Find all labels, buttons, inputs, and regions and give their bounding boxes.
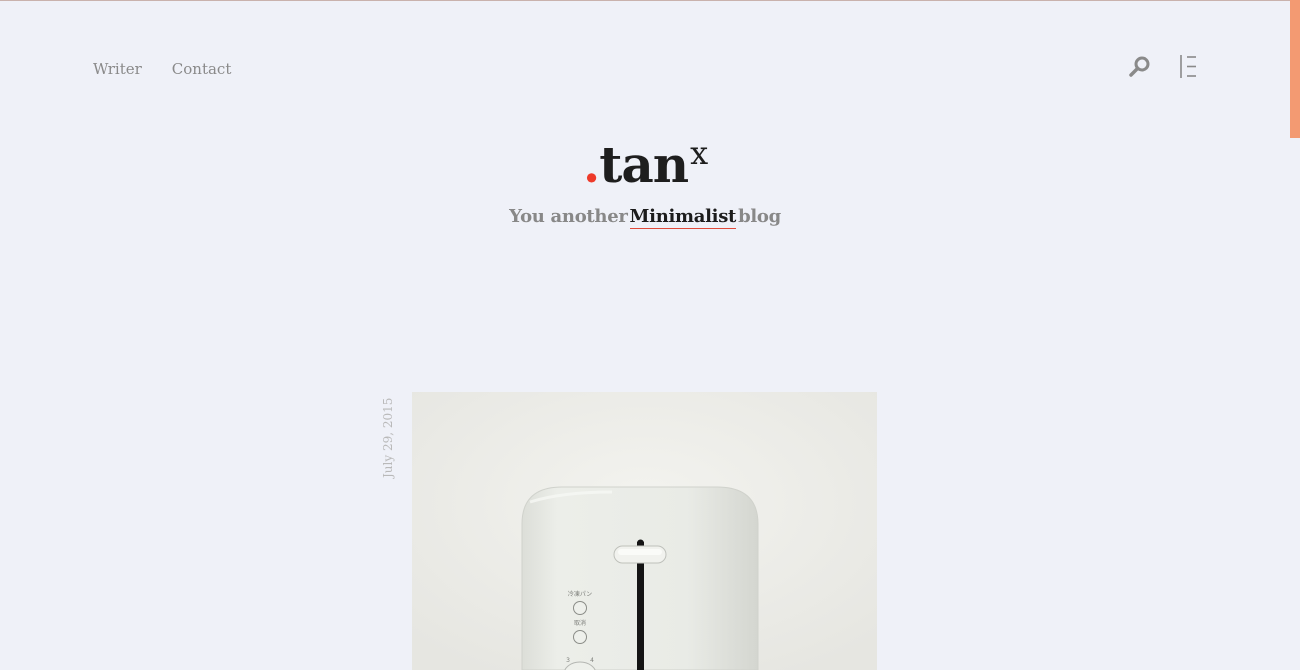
menu-icon — [1180, 55, 1196, 78]
search-icon — [1129, 56, 1150, 77]
scrollbar-thumb[interactable] — [1290, 0, 1300, 138]
toaster-dial-mark-4: 4 — [590, 657, 594, 664]
logo-name: tan — [599, 135, 689, 194]
site-tagline: You another Minimalist blog — [0, 206, 1290, 229]
post-date: July 29, 2015 — [381, 398, 395, 479]
tagline-emphasis: Minimalist — [629, 206, 737, 229]
nav-link-contact[interactable]: Contact — [172, 60, 232, 78]
post-featured-image[interactable]: 冷凍パン 取消 3 4 — [412, 392, 877, 670]
nav-link-writer[interactable]: Writer — [93, 60, 142, 78]
toaster-label-frozen: 冷凍パン — [568, 590, 592, 598]
tagline-after: blog — [738, 206, 781, 227]
scrollbar[interactable] — [1290, 0, 1300, 670]
toaster-label-cancel: 取消 — [574, 619, 586, 627]
logo-dot: . — [582, 135, 600, 194]
tagline-before: You another — [509, 206, 628, 227]
top-nav: Writer Contact — [93, 60, 231, 78]
toaster-image: 冷凍パン 取消 3 4 — [412, 392, 877, 670]
toaster-dial-mark-3: 3 — [566, 657, 570, 664]
site-logo[interactable]: .tanx — [0, 122, 1290, 196]
page-top-border — [0, 0, 1290, 1]
search-button[interactable] — [1127, 54, 1153, 80]
menu-button[interactable] — [1178, 54, 1200, 80]
logo-superscript: x — [690, 134, 708, 172]
